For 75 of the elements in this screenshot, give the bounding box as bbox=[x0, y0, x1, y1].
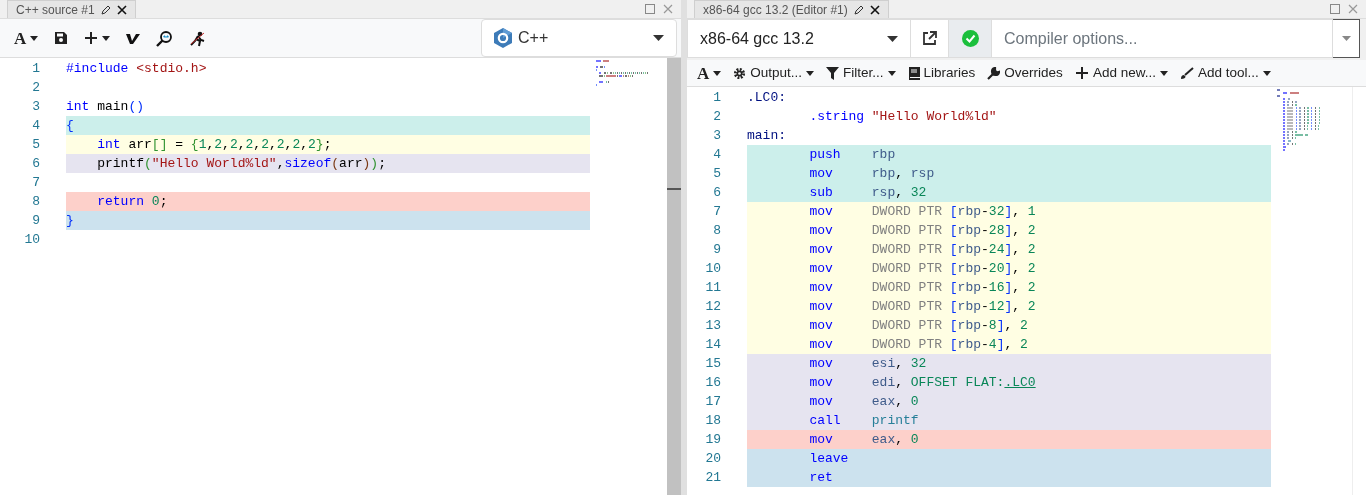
line-number: 15 bbox=[704, 355, 722, 373]
wrench-icon bbox=[987, 66, 1001, 80]
line-number: 11 bbox=[704, 279, 722, 297]
line-number: 2 bbox=[712, 108, 722, 126]
success-check-icon bbox=[961, 30, 979, 47]
scrollbar[interactable] bbox=[667, 58, 681, 495]
plus-icon bbox=[1074, 66, 1089, 80]
line-number: 8 bbox=[712, 222, 722, 240]
compiler-options-field[interactable]: Compiler options... bbox=[991, 19, 1333, 58]
line-number: 7 bbox=[31, 174, 41, 192]
brush-icon bbox=[1179, 66, 1194, 80]
close-icon[interactable] bbox=[869, 4, 880, 15]
line-number: 21 bbox=[704, 469, 722, 487]
code-line: .string "Hello World%ld" bbox=[808, 108, 998, 126]
line-number: 12 bbox=[704, 298, 722, 316]
pane-tab[interactable]: C++ source #1 bbox=[7, 0, 136, 18]
toolbar-button[interactable]: Libraries bbox=[901, 60, 982, 86]
filter-icon bbox=[826, 66, 840, 80]
gear-icon bbox=[733, 66, 747, 80]
line-number: 10 bbox=[704, 260, 722, 278]
line-number: 13 bbox=[704, 317, 722, 335]
line-number: 1 bbox=[712, 89, 722, 107]
line-number: 6 bbox=[712, 184, 722, 202]
toolbar-button[interactable]: Add tool... bbox=[1173, 60, 1277, 86]
maximize-icon[interactable] bbox=[1330, 4, 1340, 14]
line-number: 5 bbox=[31, 136, 41, 154]
toolbar-button[interactable]: Output... bbox=[727, 60, 821, 86]
hexagon-logo-icon bbox=[494, 28, 512, 48]
book-icon bbox=[907, 66, 920, 80]
vim-icon bbox=[126, 31, 141, 45]
line-number: 3 bbox=[31, 98, 41, 116]
caret-icon bbox=[653, 35, 664, 41]
line-number: 9 bbox=[31, 212, 41, 230]
options-dropdown-button[interactable] bbox=[1333, 19, 1360, 58]
language-select[interactable]: C++ bbox=[481, 19, 677, 57]
line-number: 4 bbox=[712, 146, 722, 164]
save-icon bbox=[54, 31, 69, 45]
line-number: 18 bbox=[704, 412, 722, 430]
code-line: #include <stdio.h> bbox=[66, 60, 208, 78]
code-line: .LC0: bbox=[747, 89, 787, 107]
popout-button[interactable] bbox=[911, 19, 949, 58]
font-size-button[interactable]: A bbox=[691, 60, 728, 86]
line-number: 5 bbox=[712, 165, 722, 183]
external-link-icon bbox=[922, 31, 937, 46]
caret-icon bbox=[887, 35, 898, 42]
line-number: 2 bbox=[31, 79, 41, 97]
line-number: 4 bbox=[31, 117, 41, 135]
caret-icon bbox=[1341, 36, 1351, 41]
line-number: 16 bbox=[704, 374, 722, 392]
line-number: 14 bbox=[704, 336, 722, 354]
font-size-button[interactable]: A bbox=[8, 25, 45, 51]
toolbar-button[interactable]: Filter... bbox=[820, 60, 902, 86]
line-number: 17 bbox=[704, 393, 722, 411]
close-icon[interactable] bbox=[116, 4, 127, 15]
pencil-icon[interactable] bbox=[100, 4, 111, 15]
toolbar-button[interactable]: Overrides bbox=[981, 60, 1069, 86]
line-number: 7 bbox=[712, 203, 722, 221]
line-number: 10 bbox=[23, 231, 41, 249]
line-number: 8 bbox=[31, 193, 41, 211]
line-number: 19 bbox=[704, 431, 722, 449]
line-number: 1 bbox=[31, 60, 41, 78]
runner-icon bbox=[189, 29, 207, 47]
line-number: 9 bbox=[712, 241, 722, 259]
compiler-select[interactable]: x86-64 gcc 13.2 bbox=[687, 19, 911, 58]
plus-icon bbox=[84, 31, 99, 45]
code-line: int main() bbox=[66, 98, 146, 116]
line-number: 20 bbox=[704, 450, 722, 468]
code-line: main: bbox=[747, 127, 787, 145]
line-number: 3 bbox=[712, 127, 722, 145]
zoom-icon bbox=[156, 29, 174, 47]
pane-tab[interactable]: x86-64 gcc 13.2 (Editor #1) bbox=[694, 0, 889, 18]
maximize-icon[interactable] bbox=[645, 4, 655, 14]
pencil-icon[interactable] bbox=[853, 4, 864, 15]
toolbar-button[interactable]: Add new... bbox=[1068, 60, 1174, 86]
line-number: 6 bbox=[31, 155, 41, 173]
